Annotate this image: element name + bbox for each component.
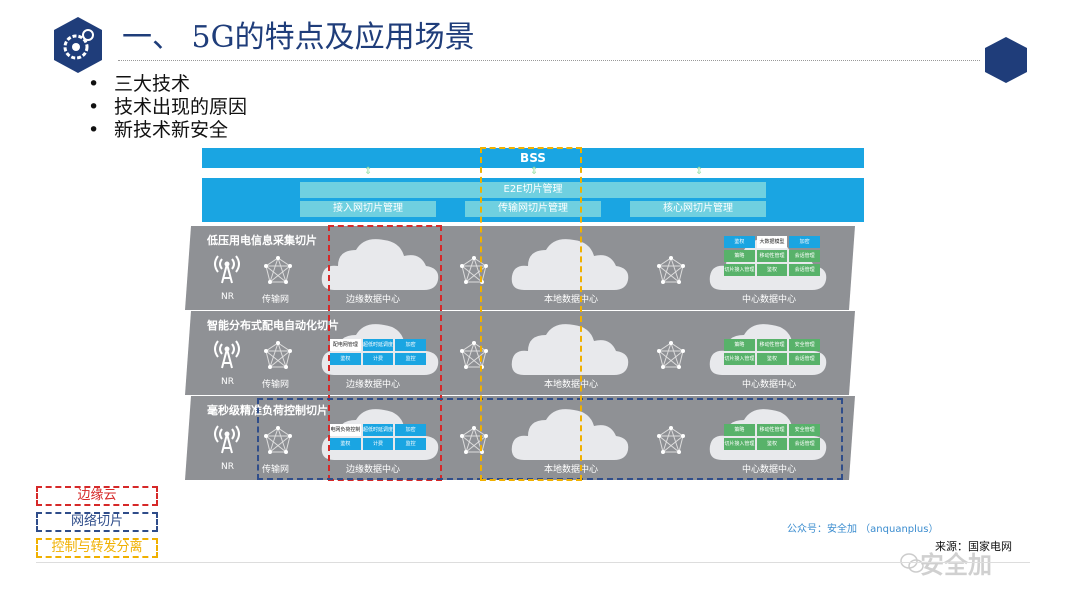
function-cell: 会话管理	[789, 264, 820, 276]
function-cell: 鉴权	[756, 264, 788, 276]
wechat-icon	[900, 553, 924, 573]
source-origin: 来源：国家电网	[935, 540, 1012, 553]
bullet-item: 三大技术	[88, 73, 247, 96]
function-cell: 切片接入管理	[724, 353, 755, 365]
hexagon-badge-icon	[985, 37, 1027, 83]
function-cell: 加密	[789, 236, 820, 248]
transport-network-icon	[264, 341, 292, 373]
function-cell: 会话管理	[789, 250, 820, 262]
function-cell: 鉴权	[756, 353, 788, 365]
footer-divider	[36, 562, 1030, 563]
title-divider	[118, 60, 980, 61]
arrow-icon: ⇕	[364, 166, 373, 177]
function-cell: 会话管理	[789, 353, 820, 365]
transport-network-icon	[657, 256, 685, 288]
antenna-icon	[210, 335, 244, 373]
center-dc-label: 中心数据中心	[742, 380, 797, 390]
legend-network-slice: 网络切片	[36, 512, 158, 532]
transport-network-icon	[264, 256, 292, 288]
cu-separation-outline	[480, 147, 582, 481]
bullet-list: 三大技术 技术出现的原因 新技术新安全	[88, 73, 247, 142]
slice-title: 低压用电信息采集切片	[207, 234, 317, 247]
transport-label: 传输网	[262, 295, 290, 305]
source-account: 公众号：安全加 （anquanplus）	[787, 524, 939, 535]
function-cell: 切片接入管理	[724, 264, 755, 276]
function-cell: 移动性管理	[756, 250, 788, 262]
function-cell: 策略	[724, 339, 755, 351]
legend-cu-separation: 控制与转发分离	[36, 538, 158, 558]
title-gear-icon	[54, 17, 102, 73]
antenna-icon	[210, 250, 244, 288]
antenna-icon	[210, 420, 244, 458]
function-cell: 大数据模型	[756, 236, 788, 248]
arrow-icon: ⇕	[695, 166, 704, 177]
function-cell: 鉴权	[724, 236, 755, 248]
nr-label: NR	[221, 292, 234, 302]
transport-label: 传输网	[262, 380, 290, 390]
bullet-item: 新技术新安全	[88, 119, 247, 142]
function-cell: 策略	[724, 250, 755, 262]
function-cell: 移动性管理	[756, 339, 788, 351]
function-cell: 安全管理	[789, 339, 820, 351]
transport-network-icon	[657, 341, 685, 373]
center-function-grid: 鉴权 大数据模型 加密 策略 移动性管理 会话管理 切片接入管理 鉴权 会话管理	[724, 236, 820, 276]
legend-edge-cloud: 边缘云	[36, 486, 158, 506]
access-slice-management: 接入网切片管理	[300, 201, 436, 217]
bullet-item: 技术出现的原因	[88, 96, 247, 119]
page-title: 一、 5G的特点及应用场景	[122, 20, 475, 55]
center-dc-label: 中心数据中心	[742, 295, 797, 305]
nr-label: NR	[221, 462, 234, 472]
nr-label: NR	[221, 377, 234, 387]
center-function-grid: 策略 移动性管理 安全管理切片接入管理 鉴权 会话管理	[724, 339, 820, 365]
core-slice-management: 核心网切片管理	[630, 201, 766, 217]
